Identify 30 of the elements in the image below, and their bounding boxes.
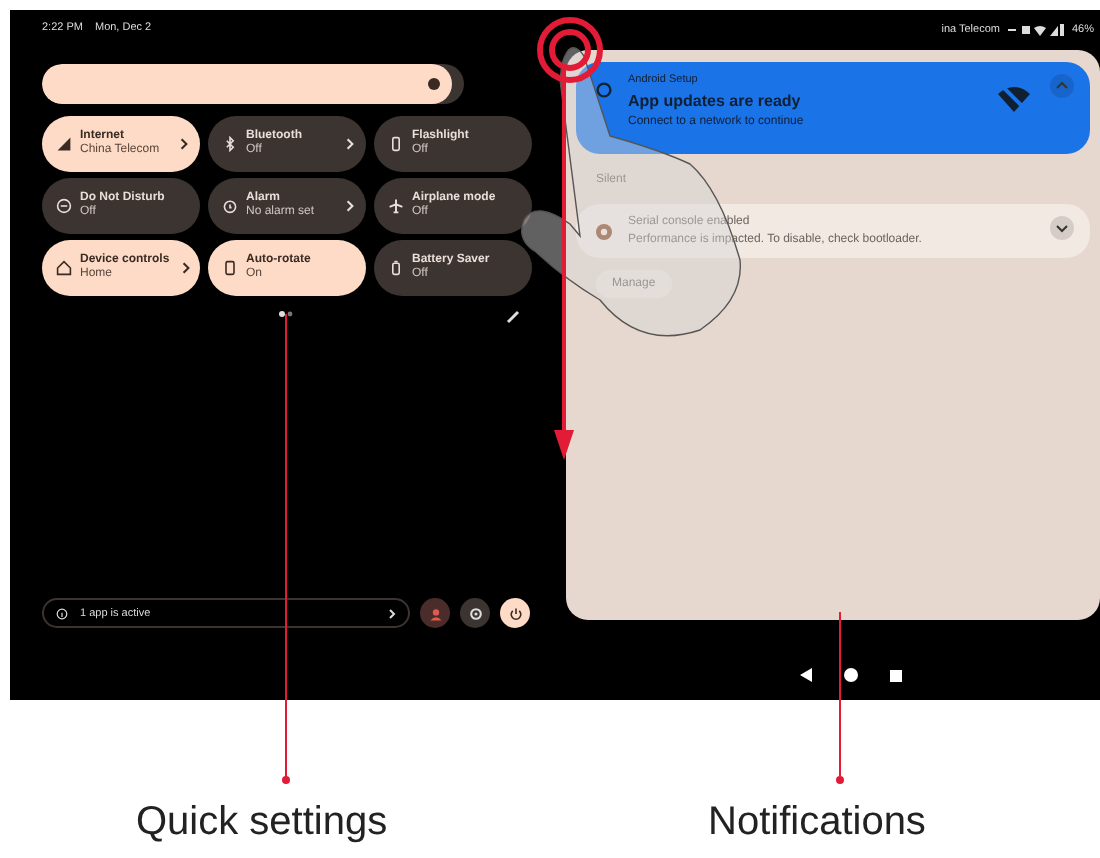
- user-button[interactable]: [420, 598, 451, 628]
- power-button[interactable]: [500, 598, 530, 628]
- tile-icon: [388, 260, 404, 276]
- home-button[interactable]: [844, 668, 858, 682]
- tile-icon: [222, 260, 238, 276]
- user-icon: [427, 605, 444, 621]
- wifi-off-icon: [994, 82, 1034, 114]
- tile-icon: [388, 198, 404, 214]
- callout-label: Notifications: [708, 800, 926, 846]
- back-button[interactable]: [800, 668, 812, 682]
- edit-icon[interactable]: [506, 310, 520, 324]
- chevron-icon: [388, 607, 397, 619]
- power-icon: [507, 605, 524, 621]
- info-icon: [56, 607, 68, 619]
- tile-icon: [56, 136, 72, 152]
- tile-icon: [56, 198, 72, 214]
- tile-icon: [222, 198, 238, 214]
- tile-icon: [56, 260, 72, 276]
- page-indicator-icon: [278, 310, 294, 318]
- app-icon: [596, 224, 612, 240]
- tile-icon: [388, 136, 404, 152]
- collapse-button[interactable]: [1050, 74, 1074, 98]
- settings-icon: [467, 605, 484, 621]
- notification-title: App updates are ready: [628, 92, 803, 110]
- expand-button[interactable]: [1050, 216, 1074, 240]
- status-icons: [1007, 24, 1064, 36]
- tile-icon: [222, 136, 238, 152]
- slider-thumb[interactable]: [427, 78, 440, 90]
- callout-label: Quick settings: [136, 800, 388, 846]
- settings-button[interactable]: [460, 598, 491, 628]
